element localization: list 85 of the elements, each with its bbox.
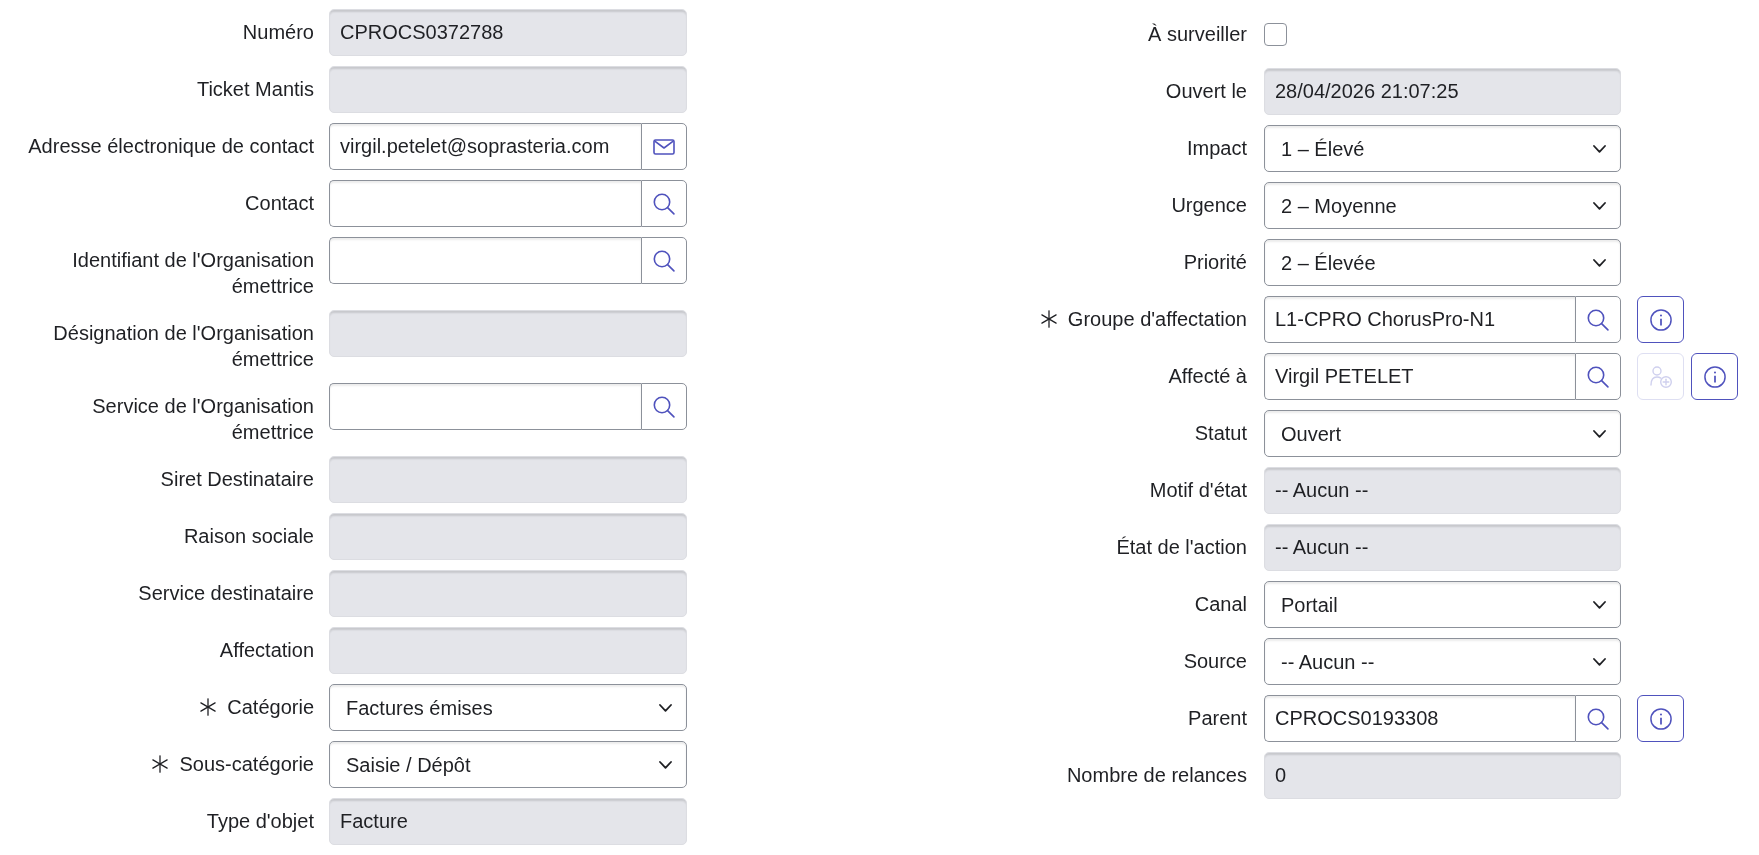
dropdown[interactable]: 1 – Élevé bbox=[1264, 125, 1621, 172]
dropdown[interactable]: Factures émises bbox=[329, 684, 687, 731]
lookup-field[interactable] bbox=[329, 180, 641, 227]
field-label: Parent bbox=[1188, 706, 1247, 731]
info-button[interactable] bbox=[1637, 296, 1684, 343]
email-button[interactable] bbox=[641, 123, 687, 170]
dropdown[interactable]: Ouvert bbox=[1264, 410, 1621, 457]
search-button[interactable] bbox=[1575, 695, 1621, 742]
field-label: Nombre de relances bbox=[1066, 763, 1247, 788]
search-button[interactable] bbox=[641, 383, 687, 430]
field-label: Identifiant de l'Organisation émettrice bbox=[71, 248, 314, 299]
field-label: Statut bbox=[1194, 421, 1247, 446]
field-label: Motif d'état bbox=[1149, 478, 1247, 503]
info-icon bbox=[1703, 365, 1726, 388]
field-label: Affectation bbox=[219, 638, 314, 663]
chevron-down-icon bbox=[659, 760, 672, 769]
field-label: Urgence bbox=[1171, 193, 1247, 218]
search-button[interactable] bbox=[641, 180, 687, 227]
search-button[interactable] bbox=[641, 237, 687, 284]
chevron-down-icon bbox=[1593, 258, 1606, 267]
search-icon bbox=[653, 192, 675, 215]
field-label: Numéro bbox=[242, 20, 314, 45]
field-label: Ouvert le bbox=[1165, 79, 1247, 104]
field-label: Désignation de l'Organisation émettrice bbox=[52, 321, 314, 372]
dropdown[interactable]: Portail bbox=[1264, 581, 1621, 628]
search-icon bbox=[1587, 707, 1609, 730]
search-icon bbox=[1587, 365, 1609, 388]
read-only-field[interactable]: 28/04/2026 21:07:25 bbox=[1264, 68, 1621, 115]
email-field[interactable]: virgil.petelet@soprasteria.com bbox=[329, 123, 641, 170]
chevron-down-icon bbox=[1593, 600, 1606, 609]
field-label: Service destinataire bbox=[138, 581, 314, 606]
field-label: État de l'action bbox=[1116, 535, 1247, 560]
read-only-field[interactable] bbox=[329, 570, 687, 617]
field-label: Impact bbox=[1186, 136, 1247, 161]
search-button[interactable] bbox=[1575, 296, 1621, 343]
read-only-field[interactable]: 0 bbox=[1264, 752, 1621, 799]
read-only-field[interactable]: CPROCS0372788 bbox=[329, 9, 687, 56]
read-only-field[interactable] bbox=[329, 513, 687, 560]
search-icon bbox=[1587, 308, 1609, 331]
chevron-down-icon bbox=[1593, 144, 1606, 153]
info-button[interactable] bbox=[1637, 695, 1684, 742]
lookup-field[interactable]: Virgil PETELET bbox=[1264, 353, 1575, 400]
dropdown[interactable]: 2 – Moyenne bbox=[1264, 182, 1621, 229]
search-icon bbox=[653, 395, 675, 418]
info-button[interactable] bbox=[1691, 353, 1738, 400]
field-label: Ticket Mantis bbox=[196, 77, 314, 102]
field-label: Groupe d'affectation bbox=[1067, 307, 1247, 332]
field-label: Catégorie bbox=[227, 695, 314, 720]
field-label: Service de l'Organisation émettrice bbox=[91, 394, 314, 445]
field-label: Sous-catégorie bbox=[179, 752, 314, 777]
lookup-field[interactable]: L1-CPRO ChorusPro-N1 bbox=[1264, 296, 1575, 343]
info-icon bbox=[1649, 308, 1672, 331]
read-only-field[interactable]: -- Aucun -- bbox=[1264, 524, 1621, 571]
dropdown[interactable]: 2 – Élevée bbox=[1264, 239, 1621, 286]
field-label: Source bbox=[1183, 649, 1247, 674]
field-label: Raison sociale bbox=[183, 524, 314, 549]
field-label: Contact bbox=[245, 191, 314, 216]
dropdown[interactable]: -- Aucun -- bbox=[1264, 638, 1621, 685]
search-icon bbox=[653, 249, 675, 272]
field-label: Affecté à bbox=[1168, 364, 1247, 389]
read-only-field[interactable]: -- Aucun -- bbox=[1264, 467, 1621, 514]
chevron-down-icon bbox=[659, 703, 672, 712]
chevron-down-icon bbox=[1593, 429, 1606, 438]
lookup-field[interactable] bbox=[329, 237, 641, 284]
field-label: Canal bbox=[1194, 592, 1247, 617]
chevron-down-icon bbox=[1593, 657, 1606, 666]
field-label: Type d'objet bbox=[206, 809, 314, 834]
lookup-field[interactable] bbox=[329, 383, 641, 430]
read-only-field[interactable] bbox=[329, 66, 687, 113]
checkbox[interactable] bbox=[1264, 23, 1287, 46]
read-only-field[interactable]: Facture bbox=[329, 798, 687, 845]
info-icon bbox=[1649, 707, 1672, 730]
read-only-field[interactable] bbox=[329, 456, 687, 503]
field-label: À surveiller bbox=[1148, 22, 1247, 47]
field-label: Adresse électronique de contact bbox=[28, 134, 314, 159]
field-label: Siret Destinataire bbox=[160, 467, 314, 492]
search-button[interactable] bbox=[1575, 353, 1621, 400]
chevron-down-icon bbox=[1593, 201, 1606, 210]
person-add-icon bbox=[1649, 365, 1672, 388]
dropdown[interactable]: Saisie / Dépôt bbox=[329, 741, 687, 788]
field-label: Priorité bbox=[1183, 250, 1247, 275]
lookup-field[interactable]: CPROCS0193308 bbox=[1264, 695, 1575, 742]
read-only-field[interactable] bbox=[329, 627, 687, 674]
envelope-icon bbox=[653, 138, 675, 155]
read-only-field[interactable] bbox=[329, 310, 687, 357]
